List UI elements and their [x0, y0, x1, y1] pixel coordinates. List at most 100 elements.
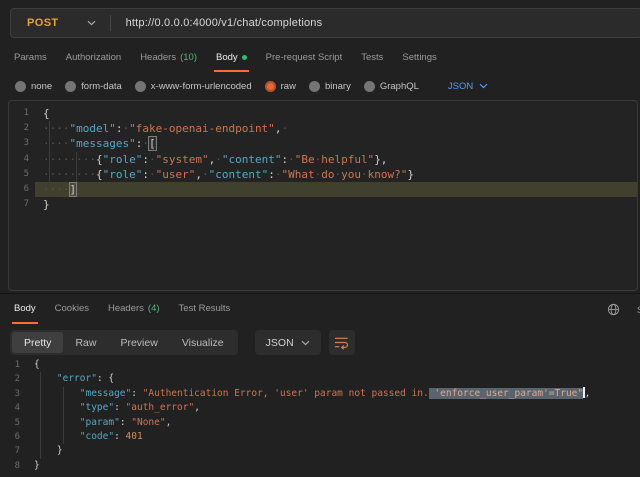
code-line[interactable]: 4 "type": "auth_error",	[0, 401, 640, 415]
line-number: 4	[9, 152, 35, 167]
line-number: 8	[0, 459, 26, 473]
code-line[interactable]: 3····"messages":·[	[9, 136, 637, 151]
chevron-down-icon	[87, 20, 96, 26]
radio-graphql[interactable]: GraphQL	[364, 81, 419, 92]
indent-guide	[49, 121, 50, 197]
code-text: ····]	[35, 182, 637, 197]
response-toolbar: Pretty Raw Preview Visualize JSON	[10, 330, 355, 355]
selected-text: 'enforce_user_param'=True"	[429, 388, 583, 399]
tab-tests[interactable]: Tests	[359, 45, 385, 72]
code-line[interactable]: 2····"model":·"fake-openai-endpoint",·	[9, 121, 637, 136]
line-number: 7	[9, 197, 35, 212]
code-text: ····"model":·"fake-openai-endpoint",·	[35, 121, 637, 136]
request-body-editor[interactable]: 1{2····"model":·"fake-openai-endpoint",·…	[8, 100, 638, 291]
chevron-down-icon	[301, 340, 310, 346]
view-mode-group: Pretty Raw Preview Visualize	[10, 330, 238, 355]
code-text: "message": "Authentication Error, 'user'…	[26, 387, 640, 401]
radio-icon	[364, 81, 375, 92]
code-line[interactable]: 2 "error": {	[0, 372, 640, 386]
response-tab-test-results[interactable]: Test Results	[177, 295, 233, 324]
code-text: "param": "None",	[26, 416, 640, 430]
code-line[interactable]: 8}	[0, 459, 640, 473]
view-raw-button[interactable]: Raw	[63, 332, 108, 353]
code-line[interactable]: 5········{"role":·"user",·"content":·"Wh…	[9, 167, 637, 182]
code-line[interactable]: 1{	[0, 358, 640, 372]
line-number: 5	[0, 416, 26, 430]
code-text: }	[35, 197, 637, 212]
response-tab-headers[interactable]: Headers(4)	[106, 295, 162, 324]
line-number: 2	[9, 121, 35, 136]
line-number: 5	[9, 167, 35, 182]
url-input[interactable]: http://0.0.0.0:4000/v1/chat/completions	[126, 17, 323, 29]
line-number: 4	[0, 401, 26, 415]
request-language-selector[interactable]: JSON	[448, 81, 488, 92]
line-number: 2	[0, 372, 26, 386]
line-number: 7	[0, 444, 26, 458]
radio-binary[interactable]: binary	[309, 81, 351, 92]
code-text: "type": "auth_error",	[26, 401, 640, 415]
code-line[interactable]: 3 "message": "Authentication Error, 'use…	[0, 387, 640, 401]
code-text: {	[26, 358, 640, 372]
tab-pre-request-script[interactable]: Pre-request Script	[264, 45, 345, 72]
code-line[interactable]: 7 }	[0, 444, 640, 458]
line-number: 6	[0, 430, 26, 444]
divider	[110, 15, 111, 31]
chevron-down-icon	[479, 83, 488, 89]
radio-icon	[135, 81, 146, 92]
line-number: 3	[9, 136, 35, 151]
code-text: ········{"role":·"user",·"content":·"Wha…	[35, 167, 637, 182]
headers-count: (10)	[180, 52, 197, 63]
tab-headers[interactable]: Headers(10)	[138, 45, 199, 72]
wrap-text-button[interactable]	[329, 330, 355, 355]
code-line[interactable]: 6 "code": 401	[0, 430, 640, 444]
code-text: ····"messages":·[	[35, 136, 637, 151]
body-type-row: none form-data x-www-form-urlencoded raw…	[0, 72, 640, 100]
code-line[interactable]: 6····]	[9, 182, 637, 197]
globe-icon[interactable]	[607, 303, 620, 316]
code-text: {	[35, 106, 637, 121]
code-text: ········{"role":·"system",·"content":·"B…	[35, 152, 637, 167]
radio-none[interactable]: none	[15, 81, 52, 92]
response-tab-cookies[interactable]: Cookies	[53, 295, 91, 324]
wrap-text-icon	[334, 336, 349, 350]
view-pretty-button[interactable]: Pretty	[12, 332, 63, 353]
line-number: 1	[9, 106, 35, 121]
request-tabs: Params Authorization Headers(10) Body Pr…	[0, 45, 640, 72]
radio-icon	[15, 81, 26, 92]
body-modified-dot	[242, 55, 247, 60]
method-label: POST	[27, 17, 59, 29]
response-tabs: Body Cookies Headers(4) Test Results	[0, 295, 640, 324]
tab-settings[interactable]: Settings	[400, 45, 438, 72]
line-number: 6	[9, 182, 35, 197]
indent-guide	[63, 387, 64, 445]
code-text: "code": 401	[26, 430, 640, 444]
method-selector[interactable]: POST	[11, 17, 110, 29]
radio-x-www-form-urlencoded[interactable]: x-www-form-urlencoded	[135, 81, 252, 92]
code-line[interactable]: 5 "param": "None",	[0, 416, 640, 430]
code-text: }	[26, 459, 640, 473]
tab-params[interactable]: Params	[12, 45, 49, 72]
view-visualize-button[interactable]: Visualize	[170, 332, 236, 353]
request-url-bar: POST http://0.0.0.0:4000/v1/chat/complet…	[10, 8, 640, 38]
response-language-selector[interactable]: JSON	[255, 330, 321, 355]
code-line[interactable]: 1{	[9, 106, 637, 121]
response-headers-count: (4)	[148, 303, 160, 314]
response-divider	[0, 293, 640, 294]
radio-raw[interactable]: raw	[265, 81, 296, 92]
view-preview-button[interactable]: Preview	[108, 332, 169, 353]
code-text: "error": {	[26, 372, 640, 386]
tab-authorization[interactable]: Authorization	[64, 45, 123, 72]
radio-form-data[interactable]: form-data	[65, 81, 122, 92]
response-tab-body[interactable]: Body	[12, 295, 38, 324]
response-body-viewer[interactable]: 1{2 "error": {3 "message": "Authenticati…	[0, 356, 640, 477]
radio-icon	[65, 81, 76, 92]
indent-guide	[76, 152, 77, 182]
radio-icon	[309, 81, 320, 92]
indent-guide	[40, 372, 41, 458]
radio-selected-icon	[265, 81, 276, 92]
code-line[interactable]: 4········{"role":·"system",·"content":·"…	[9, 152, 637, 167]
code-line[interactable]: 7}	[9, 197, 637, 212]
line-number: 1	[0, 358, 26, 372]
line-number: 3	[0, 387, 26, 401]
tab-body[interactable]: Body	[214, 45, 249, 72]
